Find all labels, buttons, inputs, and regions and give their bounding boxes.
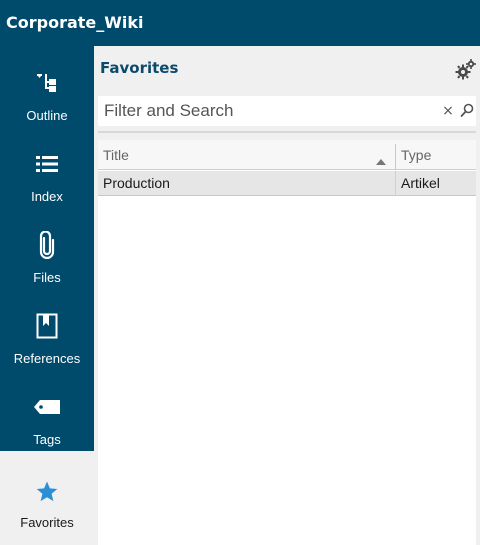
sidebar-item-outline[interactable]: Outline <box>0 46 94 127</box>
favorites-table: Title Type Production Artikel <box>98 140 476 545</box>
sidebar-item-label: Tags <box>33 432 61 447</box>
sidebar-item-label: Files <box>33 270 61 285</box>
sidebar-item-index[interactable]: Index <box>0 127 94 208</box>
sidebar-item-label: Index <box>31 189 63 204</box>
tag-icon <box>0 392 94 422</box>
sidebar-item-tags[interactable]: Tags <box>0 370 94 451</box>
cell-type: Artikel <box>401 175 440 191</box>
search-input[interactable] <box>98 96 432 126</box>
app-title: Corporate_Wiki <box>6 13 144 32</box>
bookmark-icon <box>0 311 94 341</box>
column-label: Type <box>401 147 432 163</box>
title-bar: Corporate_Wiki <box>0 0 480 46</box>
sidebar: Outline Index Files References Tags Favo… <box>0 46 94 545</box>
search-icon[interactable] <box>459 102 475 120</box>
list-icon <box>0 149 94 179</box>
sort-ascending-icon <box>375 151 387 165</box>
panel-title: Favorites <box>100 59 179 77</box>
sidebar-item-label: References <box>13 351 81 366</box>
sidebar-item-files[interactable]: Files <box>0 208 94 289</box>
sidebar-item-references[interactable]: References <box>0 289 94 370</box>
table-header: Title Type <box>98 140 476 170</box>
column-header-type[interactable]: Type <box>396 140 476 170</box>
sidebar-item-label: Favorites <box>20 515 74 530</box>
table-row[interactable]: Production Artikel <box>98 171 476 196</box>
paperclip-icon <box>0 230 94 260</box>
search-box: × <box>98 96 476 126</box>
gears-icon[interactable] <box>454 57 478 81</box>
cell-title: Production <box>103 175 170 191</box>
outline-tree-icon <box>0 68 94 98</box>
cell-divider <box>395 171 396 196</box>
favorites-panel: Favorites × <box>94 46 480 545</box>
sidebar-item-favorites[interactable]: Favorites <box>0 451 94 545</box>
divider <box>98 131 476 133</box>
sidebar-item-label: Outline <box>26 108 68 123</box>
column-header-title[interactable]: Title <box>98 140 395 170</box>
column-label: Title <box>103 147 129 163</box>
clear-icon[interactable]: × <box>441 103 455 119</box>
star-icon <box>0 477 94 507</box>
